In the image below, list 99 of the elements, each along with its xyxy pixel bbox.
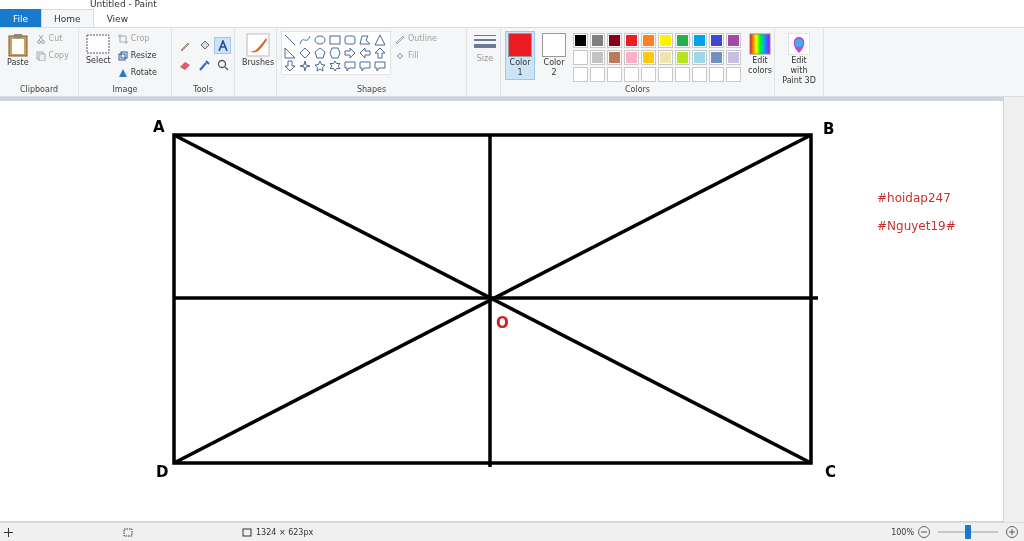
color-swatch[interactable]: [658, 50, 673, 65]
group-label: Tools: [193, 85, 213, 96]
color-picker-icon: [197, 58, 210, 71]
color-swatch[interactable]: [573, 33, 588, 48]
minus-icon: [921, 529, 927, 535]
brushes-button[interactable]: Brushes: [239, 31, 278, 70]
resize-button[interactable]: Resize: [117, 48, 157, 63]
color-swatch[interactable]: [573, 50, 588, 65]
color-swatch[interactable]: [641, 50, 656, 65]
empty-swatch[interactable]: [624, 67, 639, 82]
vertex-label: C: [825, 463, 836, 481]
window-title: Untitled - Paint: [90, 0, 157, 9]
group-label: Image: [112, 85, 138, 96]
color-swatch[interactable]: [675, 50, 690, 65]
empty-swatch[interactable]: [726, 67, 741, 82]
color-swatch[interactable]: [709, 33, 724, 48]
color-swatch[interactable]: [624, 50, 639, 65]
ribbon-tab[interactable]: Home: [41, 9, 94, 27]
line-shape-icon[interactable]: [284, 34, 296, 46]
move-icon: [4, 527, 13, 537]
magnifier-icon: [216, 58, 229, 71]
group-label: Colors: [624, 85, 651, 96]
color-swatch[interactable]: [607, 33, 622, 48]
annotation-text: #hoidap247: [877, 191, 951, 205]
group-label: Shapes: [356, 85, 387, 96]
arrowl-shape-icon[interactable]: [359, 47, 371, 59]
color-swatch[interactable]: [641, 33, 656, 48]
color-swatch[interactable]: [726, 50, 741, 65]
callout-shape-icon[interactable]: [344, 60, 356, 72]
color-swatch[interactable]: [692, 50, 707, 65]
edit-colors-button[interactable]: Edit colors: [745, 31, 775, 78]
zoom-slider-thumb[interactable]: [965, 525, 971, 539]
drawing-canvas[interactable]: A B #hoidap247 #Nguyet19# O D C: [0, 101, 1003, 521]
group-label: Clipboard: [19, 85, 59, 96]
resize-icon: [117, 50, 128, 61]
color-swatch[interactable]: [624, 33, 639, 48]
color-swatch[interactable]: [675, 33, 690, 48]
vertex-label: D: [156, 463, 169, 481]
copy-icon: [35, 50, 46, 61]
file-menu[interactable]: File: [0, 9, 42, 27]
paste-button[interactable]: Paste: [4, 31, 32, 70]
color-swatch[interactable]: [726, 33, 741, 48]
vertex-label: A: [153, 118, 165, 136]
poly-shape-icon[interactable]: [359, 34, 371, 46]
annotation-text: #Nguyet19#: [877, 219, 956, 233]
rotate-button[interactable]: Rotate: [117, 65, 157, 80]
selection-icon: [86, 33, 111, 55]
vertex-label: B: [823, 120, 835, 138]
paint-drop-icon: [788, 33, 810, 55]
selection-size-icon: [123, 527, 133, 537]
zoom-level: 100%: [891, 527, 914, 537]
select-button[interactable]: Select: [83, 31, 114, 68]
paint-3d-button[interactable]: Edit with Paint 3D: [779, 31, 819, 88]
rounded-rect-shape-icon[interactable]: [344, 34, 356, 46]
star6-shape-icon[interactable]: [329, 60, 341, 72]
rect-shape-icon[interactable]: [329, 34, 341, 46]
arrowr-shape-icon[interactable]: [344, 47, 356, 59]
color-button[interactable]: Color 1: [505, 31, 535, 80]
color-swatch[interactable]: [607, 50, 622, 65]
center-label: O: [496, 314, 509, 332]
callout-shape-icon[interactable]: [374, 60, 386, 72]
oval-shape-icon[interactable]: [314, 34, 326, 46]
curve-shape-icon[interactable]: [299, 34, 311, 46]
empty-swatch[interactable]: [573, 67, 588, 82]
empty-swatch[interactable]: [709, 67, 724, 82]
color-swatch[interactable]: [692, 33, 707, 48]
clipboard-icon: [7, 33, 28, 57]
canvas-size-icon: [242, 527, 252, 537]
pent-shape-icon[interactable]: [314, 47, 326, 59]
scrollbar[interactable]: [1004, 97, 1024, 522]
color-button[interactable]: Color 2: [539, 31, 569, 80]
color-swatch[interactable]: [590, 50, 605, 65]
arrowu-shape-icon[interactable]: [374, 47, 386, 59]
plus-icon: [1009, 529, 1015, 535]
brush-icon: [246, 33, 271, 57]
tri-shape-icon[interactable]: [374, 34, 386, 46]
hex-shape-icon[interactable]: [329, 47, 341, 59]
zoom-in-button[interactable]: [1006, 526, 1018, 538]
diamond-shape-icon[interactable]: [299, 47, 311, 59]
star5-shape-icon[interactable]: [314, 60, 326, 72]
crop-icon: [117, 33, 128, 44]
pen-outline-icon: [395, 33, 405, 44]
canvas-size: 1324 × 623px: [256, 527, 314, 537]
star4-shape-icon[interactable]: [299, 60, 311, 72]
rtri-shape-icon[interactable]: [284, 47, 296, 59]
color-swatch[interactable]: [709, 50, 724, 65]
empty-swatch[interactable]: [658, 67, 673, 82]
empty-swatch[interactable]: [675, 67, 690, 82]
color-swatch[interactable]: [590, 33, 605, 48]
empty-swatch[interactable]: [607, 67, 622, 82]
empty-swatch[interactable]: [641, 67, 656, 82]
empty-swatch[interactable]: [692, 67, 707, 82]
arrowd-shape-icon[interactable]: [284, 60, 296, 72]
empty-swatch[interactable]: [590, 67, 605, 82]
spectrum-icon: [748, 33, 771, 55]
callout-shape-icon[interactable]: [359, 60, 371, 72]
color-swatch[interactable]: [658, 33, 673, 48]
scissors-icon: [35, 33, 46, 44]
text-icon: [216, 39, 229, 52]
